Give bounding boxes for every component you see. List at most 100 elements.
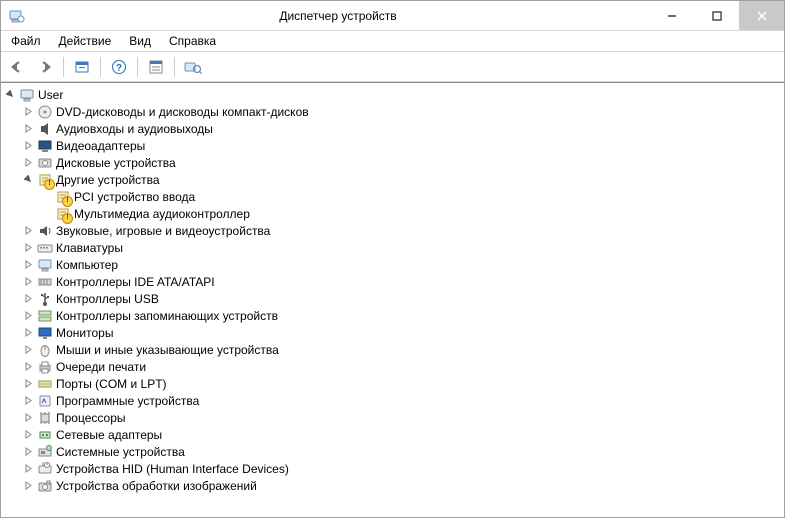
expand-icon[interactable]	[22, 258, 35, 271]
expand-icon[interactable]	[22, 156, 35, 169]
toolbar-separator	[174, 57, 175, 77]
expand-icon[interactable]	[22, 326, 35, 339]
tree-node-label: PCI устройство ввода	[74, 190, 195, 204]
tree-node[interactable]: Очереди печати	[22, 358, 784, 375]
optical-icon	[37, 104, 53, 120]
tree-node-label: Сетевые адаптеры	[56, 428, 162, 442]
tree-node[interactable]: Компьютер	[22, 256, 784, 273]
tree-node[interactable]: Видеоадаптеры	[22, 137, 784, 154]
show-hidden-button[interactable]	[70, 55, 94, 79]
nav-back-button[interactable]	[5, 55, 29, 79]
menu-help[interactable]: Справка	[161, 32, 224, 50]
network-icon	[37, 427, 53, 443]
expand-icon[interactable]	[22, 394, 35, 407]
tree-node-label: Мыши и иные указывающие устройства	[56, 343, 279, 357]
expand-icon[interactable]	[22, 462, 35, 475]
tree-root[interactable]: User	[4, 86, 784, 103]
expand-icon[interactable]	[22, 105, 35, 118]
expand-icon[interactable]	[40, 190, 53, 203]
expand-icon[interactable]	[22, 224, 35, 237]
expand-icon[interactable]	[22, 479, 35, 492]
hid-icon	[37, 461, 53, 477]
tree-node-label: Компьютер	[56, 258, 118, 272]
tree-node[interactable]: Другие устройства	[22, 171, 784, 188]
menu-view[interactable]: Вид	[121, 32, 159, 50]
maximize-button[interactable]	[694, 1, 739, 30]
tree-node[interactable]: DVD-дисководы и дисководы компакт-дисков	[22, 103, 784, 120]
expand-icon[interactable]	[22, 411, 35, 424]
expand-icon[interactable]	[22, 377, 35, 390]
port-icon	[37, 376, 53, 392]
storagectl-icon	[37, 308, 53, 324]
expand-icon[interactable]	[22, 139, 35, 152]
collapse-icon[interactable]	[4, 88, 17, 101]
tree-node[interactable]: Клавиатуры	[22, 239, 784, 256]
tree-node[interactable]: Аудиовходы и аудиовыходы	[22, 120, 784, 137]
tree-node-label: Контроллеры USB	[56, 292, 159, 306]
tree-node-label: Мультимедиа аудиоконтроллер	[74, 207, 250, 221]
expand-icon[interactable]	[22, 309, 35, 322]
tree-node-label: Контроллеры IDE ATA/ATAPI	[56, 275, 215, 289]
tree-node[interactable]: Процессоры	[22, 409, 784, 426]
expand-icon[interactable]	[22, 445, 35, 458]
tree-root-label: User	[38, 88, 63, 102]
tree-node[interactable]: Мыши и иные указывающие устройства	[22, 341, 784, 358]
other-icon	[55, 189, 71, 205]
tree-node-label: Процессоры	[56, 411, 126, 425]
tree-node-label: Видеоадаптеры	[56, 139, 145, 153]
tree-node[interactable]: Устройства HID (Human Interface Devices)	[22, 460, 784, 477]
tree-node[interactable]: Дисковые устройства	[22, 154, 784, 171]
tree-node-label: Контроллеры запоминающих устройств	[56, 309, 278, 323]
display-icon	[37, 138, 53, 154]
computer-icon	[37, 257, 53, 273]
tree-node[interactable]: Системные устройства	[22, 443, 784, 460]
nav-forward-button[interactable]	[33, 55, 57, 79]
tree-node[interactable]: Звуковые, игровые и видеоустройства	[22, 222, 784, 239]
tree-node-label: Дисковые устройства	[56, 156, 176, 170]
menu-action[interactable]: Действие	[51, 32, 120, 50]
tree-node[interactable]: Контроллеры запоминающих устройств	[22, 307, 784, 324]
toolbar-separator	[100, 57, 101, 77]
tree-node-label: Клавиатуры	[56, 241, 123, 255]
window-title: Диспетчер устройств	[27, 9, 649, 23]
app-icon	[7, 6, 27, 26]
tree-node[interactable]: Мультимедиа аудиоконтроллер	[40, 205, 784, 222]
collapse-icon[interactable]	[22, 173, 35, 186]
tree-node-label: Другие устройства	[56, 173, 160, 187]
tree-node[interactable]: Контроллеры IDE ATA/ATAPI	[22, 273, 784, 290]
expand-icon[interactable]	[22, 343, 35, 356]
tree-node-label: Программные устройства	[56, 394, 199, 408]
help-button[interactable]: ?	[107, 55, 131, 79]
tree-node[interactable]: Устройства обработки изображений	[22, 477, 784, 494]
window-controls	[649, 1, 784, 30]
tree-node[interactable]: Мониторы	[22, 324, 784, 341]
properties-button[interactable]	[144, 55, 168, 79]
expand-icon[interactable]	[22, 428, 35, 441]
minimize-button[interactable]	[649, 1, 694, 30]
tree-node[interactable]: PCI устройство ввода	[40, 188, 784, 205]
scan-hardware-button[interactable]	[181, 55, 205, 79]
ide-icon	[37, 274, 53, 290]
monitor-icon	[37, 325, 53, 341]
expand-icon[interactable]	[22, 275, 35, 288]
expand-icon[interactable]	[40, 207, 53, 220]
close-button[interactable]	[739, 1, 784, 30]
other-icon	[55, 206, 71, 222]
tree-node[interactable]: Контроллеры USB	[22, 290, 784, 307]
expand-icon[interactable]	[22, 122, 35, 135]
computer-icon	[19, 87, 35, 103]
tree-node[interactable]: Порты (COM и LPT)	[22, 375, 784, 392]
expand-icon[interactable]	[22, 292, 35, 305]
toolbar-separator	[137, 57, 138, 77]
tree-node-label: Звуковые, игровые и видеоустройства	[56, 224, 270, 238]
other-icon	[37, 172, 53, 188]
tree-node[interactable]: Программные устройства	[22, 392, 784, 409]
svg-text:?: ?	[116, 63, 122, 74]
expand-icon[interactable]	[22, 241, 35, 254]
tree-node[interactable]: Сетевые адаптеры	[22, 426, 784, 443]
expand-icon[interactable]	[22, 360, 35, 373]
device-tree[interactable]: User DVD-дисководы и дисководы компакт-д…	[1, 82, 784, 517]
menu-file[interactable]: Файл	[3, 32, 49, 50]
tree-node-label: Очереди печати	[56, 360, 146, 374]
software-icon	[37, 393, 53, 409]
